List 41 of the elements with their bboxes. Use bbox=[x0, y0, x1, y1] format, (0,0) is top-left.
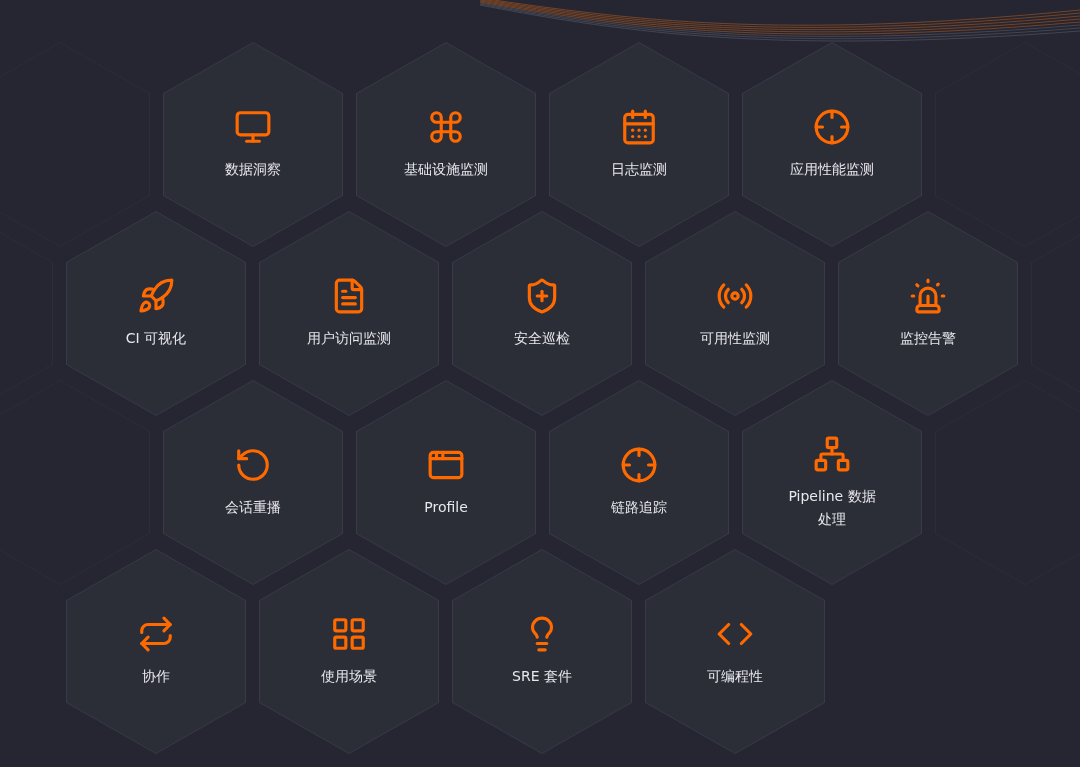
feature-tile[interactable]: 可编程性 bbox=[645, 549, 825, 754]
feature-tile[interactable]: Profile bbox=[356, 380, 536, 585]
feature-tile[interactable]: 协作 bbox=[66, 549, 246, 754]
feature-tile[interactable]: SRE 套件 bbox=[452, 549, 632, 754]
feature-label: 协作 bbox=[141, 667, 171, 687]
feature-tile[interactable]: 可用性监测 bbox=[645, 211, 825, 416]
feature-label: Pipeline 数据处理 bbox=[787, 487, 877, 529]
feature-label: SRE 套件 bbox=[511, 667, 573, 687]
feature-tile[interactable]: 链路追踪 bbox=[549, 380, 729, 585]
repeat-icon bbox=[137, 615, 175, 654]
crosshair-icon bbox=[813, 108, 851, 147]
feature-label: Profile bbox=[423, 498, 469, 518]
feature-label: 应用性能监测 bbox=[789, 160, 875, 180]
feature-tile[interactable]: CI 可视化 bbox=[66, 211, 246, 416]
feature-tile[interactable]: 日志监测 bbox=[549, 42, 729, 247]
feature-label: 安全巡检 bbox=[513, 329, 571, 349]
feature-tile[interactable]: 监控告警 bbox=[838, 211, 1018, 416]
feature-tile[interactable]: 安全巡检 bbox=[452, 211, 632, 416]
feature-tile[interactable]: 用户访问监测 bbox=[259, 211, 439, 416]
crosshair-icon bbox=[620, 446, 658, 485]
feature-label: 链路追踪 bbox=[610, 498, 668, 518]
feature-label: 可编程性 bbox=[706, 667, 764, 687]
feature-tile[interactable]: 使用场景 bbox=[259, 549, 439, 754]
feature-tile[interactable]: 数据洞察 bbox=[163, 42, 343, 247]
feature-label: 日志监测 bbox=[610, 160, 668, 180]
feature-tile[interactable]: 会话重播 bbox=[163, 380, 343, 585]
feature-label: 可用性监测 bbox=[699, 329, 771, 349]
rocket-icon bbox=[137, 277, 175, 316]
feature-label: 数据洞察 bbox=[224, 160, 282, 180]
feature-label: 用户访问监测 bbox=[306, 329, 392, 349]
feature-label: 会话重播 bbox=[224, 498, 282, 518]
feature-label: 监控告警 bbox=[899, 329, 957, 349]
alarm-icon bbox=[909, 277, 947, 316]
feature-tile[interactable]: Pipeline 数据处理 bbox=[742, 380, 922, 585]
feature-label: 使用场景 bbox=[320, 667, 378, 687]
feature-label: CI 可视化 bbox=[124, 329, 188, 349]
network-icon bbox=[813, 435, 851, 474]
feature-label: 基础设施监测 bbox=[403, 160, 489, 180]
feature-tile[interactable]: 基础设施监测 bbox=[356, 42, 536, 247]
calendar-icon bbox=[620, 108, 658, 147]
feature-tile[interactable]: 应用性能监测 bbox=[742, 42, 922, 247]
